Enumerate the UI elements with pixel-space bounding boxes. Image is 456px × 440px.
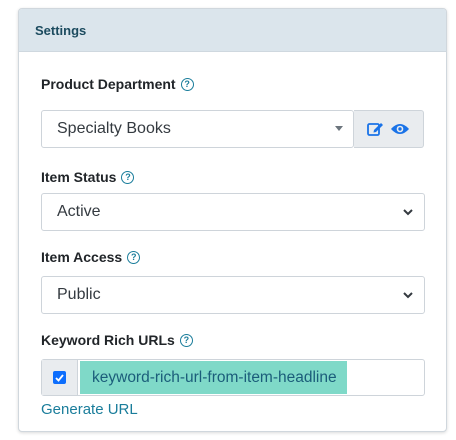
settings-body: Product Department ? Specialty Books Ite…: [19, 52, 446, 431]
item-status-label-text: Item Status: [41, 169, 117, 185]
keyword-url-input-group: keyword-rich-url-from-item-headline: [41, 359, 425, 396]
chevron-down-icon: [403, 292, 413, 299]
keyword-urls-label-text: Keyword Rich URLs: [41, 332, 175, 348]
settings-card: Settings Product Department ? Specialty …: [18, 8, 447, 432]
item-access-label: Item Access ?: [41, 249, 141, 265]
question-circle-icon[interactable]: ?: [179, 333, 193, 347]
edit-icon[interactable]: [367, 121, 384, 137]
department-actions: [354, 110, 424, 148]
caret-down-icon: [335, 126, 343, 131]
question-circle-icon[interactable]: ?: [127, 250, 141, 264]
generate-url-link[interactable]: Generate URL: [41, 401, 138, 418]
keyword-url-checkbox[interactable]: [53, 371, 66, 384]
question-circle-icon[interactable]: ?: [180, 77, 194, 91]
product-department-label: Product Department ?: [41, 76, 194, 92]
chevron-down-icon: [403, 209, 413, 216]
check-icon: [55, 373, 64, 382]
keyword-urls-label: Keyword Rich URLs ?: [41, 332, 193, 348]
item-status-select[interactable]: Active: [41, 193, 425, 231]
item-access-select[interactable]: Public: [41, 276, 425, 314]
item-access-value: Public: [57, 286, 101, 303]
product-department-label-text: Product Department: [41, 76, 176, 92]
product-department-select[interactable]: Specialty Books: [41, 110, 354, 148]
keyword-url-input[interactable]: keyword-rich-url-from-item-headline: [80, 361, 347, 394]
keyword-url-checkbox-wrapper: [42, 360, 78, 395]
question-circle-icon[interactable]: ?: [121, 170, 135, 184]
item-status-label: Item Status ?: [41, 169, 135, 185]
card-title: Settings: [19, 9, 446, 52]
product-department-value: Specialty Books: [57, 120, 171, 137]
eye-icon[interactable]: [390, 122, 410, 136]
item-status-value: Active: [57, 203, 101, 220]
item-access-label-text: Item Access: [41, 249, 123, 265]
